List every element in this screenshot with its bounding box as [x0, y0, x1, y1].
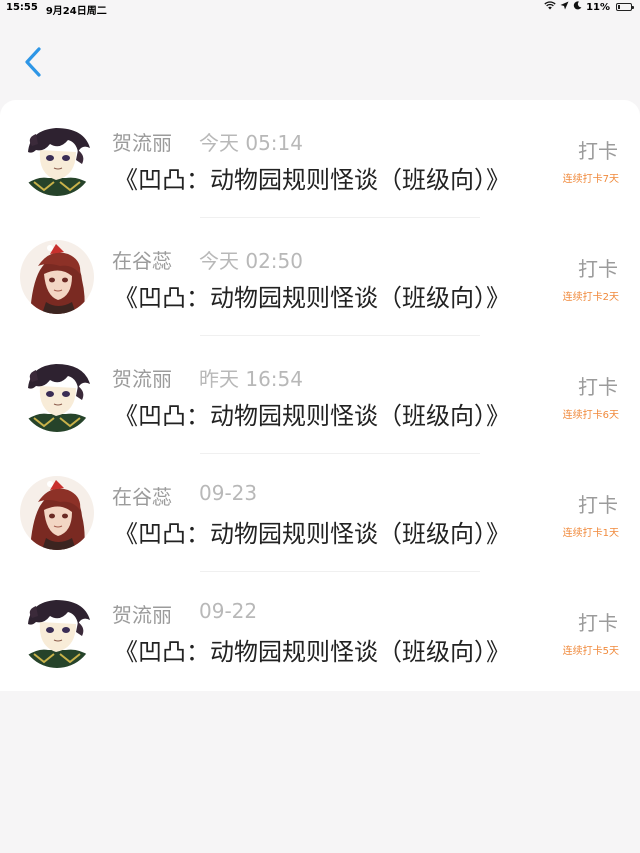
- avatar-boy-image: [20, 358, 94, 432]
- checkin-label: 打卡: [578, 257, 618, 281]
- checkin-label: 打卡: [578, 139, 618, 163]
- post-time: 昨天 16:54: [199, 367, 303, 391]
- post-time: 今天 02:50: [199, 249, 303, 273]
- avatar-boy-image: [20, 122, 94, 196]
- wifi-icon: [544, 1, 556, 13]
- status-date: 9月24日周二: [45, 6, 107, 17]
- post-title[interactable]: 《凹凸：动物园规则怪谈（班级向）》: [114, 278, 544, 313]
- moon-icon: [573, 1, 582, 13]
- post-time: 今天 05:14: [199, 131, 303, 155]
- post-time: 09-22: [199, 599, 258, 623]
- post-title[interactable]: 《凹凸：动物园规则怪谈（班级向）》: [114, 396, 544, 431]
- list-item[interactable]: 贺流丽 09-22 《凹凸：动物园规则怪谈（班级向）》 打卡 连续打卡5天: [0, 572, 640, 690]
- avatar-boy-image: [20, 594, 94, 668]
- list-item[interactable]: 在谷蕊 09-23 《凹凸：动物园规则怪谈（班级向）》 打卡 连续打卡1天: [0, 454, 640, 572]
- battery-icon: [616, 3, 634, 11]
- avatar[interactable]: [20, 594, 94, 668]
- nav-bar: [0, 16, 640, 100]
- status-bar: 15:55 9月24日周二 11%: [0, 0, 640, 17]
- checkin-label: 打卡: [578, 611, 618, 635]
- avatar-girl-image: [20, 240, 94, 314]
- post-title[interactable]: 《凹凸：动物园规则怪谈（班级向）》: [114, 514, 544, 549]
- back-button[interactable]: [18, 44, 48, 84]
- avatar-girl-image: [20, 476, 94, 550]
- streak-badge: 连续打卡6天: [562, 410, 619, 421]
- avatar[interactable]: [20, 240, 94, 314]
- user-name: 在谷蕊: [112, 485, 172, 509]
- chevron-left-icon: [25, 47, 41, 77]
- checkin-label: 打卡: [578, 375, 618, 399]
- user-name: 贺流丽: [112, 367, 172, 391]
- avatar[interactable]: [20, 122, 94, 196]
- list-item[interactable]: 贺流丽 今天 05:14 《凹凸：动物园规则怪谈（班级向）》 打卡 连续打卡7天: [0, 100, 640, 218]
- user-name: 贺流丽: [112, 603, 172, 627]
- streak-badge: 连续打卡2天: [562, 292, 619, 303]
- list-item[interactable]: 在谷蕊 今天 02:50 《凹凸：动物园规则怪谈（班级向）》 打卡 连续打卡2天: [0, 218, 640, 336]
- user-name: 在谷蕊: [112, 249, 172, 273]
- post-time: 09-23: [199, 481, 258, 505]
- checkin-list: 贺流丽 今天 05:14 《凹凸：动物园规则怪谈（班级向）》 打卡 连续打卡7天…: [0, 100, 640, 691]
- checkin-label: 打卡: [578, 493, 618, 517]
- post-title[interactable]: 《凹凸：动物园规则怪谈（班级向）》: [114, 632, 544, 667]
- list-item[interactable]: 贺流丽 昨天 16:54 《凹凸：动物园规则怪谈（班级向）》 打卡 连续打卡6天: [0, 336, 640, 454]
- user-name: 贺流丽: [112, 131, 172, 155]
- status-left: 15:55 9月24日周二: [6, 2, 107, 17]
- status-time: 15:55: [6, 2, 38, 13]
- streak-badge: 连续打卡5天: [562, 646, 619, 657]
- streak-badge: 连续打卡7天: [562, 174, 619, 185]
- avatar[interactable]: [20, 476, 94, 550]
- location-icon: [560, 1, 569, 13]
- streak-badge: 连续打卡1天: [562, 528, 619, 539]
- battery-percent: 11%: [586, 1, 610, 13]
- status-right: 11%: [544, 1, 634, 13]
- avatar[interactable]: [20, 358, 94, 432]
- post-title[interactable]: 《凹凸：动物园规则怪谈（班级向）》: [114, 160, 544, 195]
